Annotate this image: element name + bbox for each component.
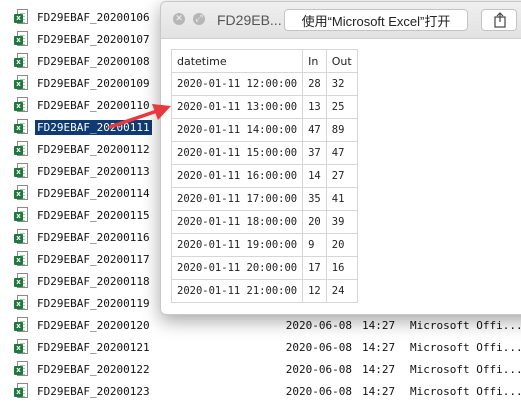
annotation-arrow [108, 104, 171, 129]
